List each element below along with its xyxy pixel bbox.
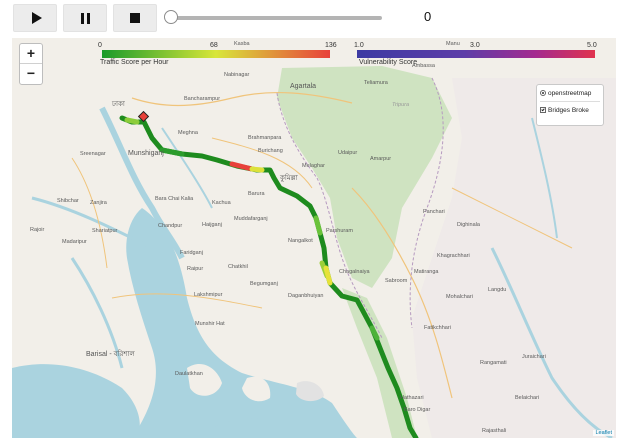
place-label: Rajasthali: [482, 428, 507, 434]
traffic-legend-title: Traffic Score per Hour: [100, 59, 169, 66]
time-slider-handle[interactable]: [164, 10, 178, 24]
map-background: [12, 38, 616, 438]
vulnerability-legend-tick-1: 3.0: [470, 42, 480, 49]
place-label: Bancharampur: [184, 96, 221, 102]
place-label: Matiranga: [414, 269, 439, 275]
place-label: Parshuram: [326, 228, 353, 234]
place-label: Teliamura: [364, 80, 388, 86]
vulnerability-legend-tick-2: 5.0: [587, 42, 597, 49]
time-slider-track[interactable]: [170, 16, 382, 20]
stop-icon: [130, 13, 140, 23]
place-label: Raipur: [187, 266, 204, 272]
vulnerability-legend-tick-0: 1.0: [354, 42, 364, 49]
place-label: Daulatkhan: [175, 371, 203, 377]
place-label: Zanjira: [90, 200, 107, 206]
place-label: Munshir Hat: [195, 321, 225, 327]
pause-icon: [80, 12, 90, 24]
place-label: Chagalnaiya: [339, 269, 370, 275]
place-label: Daganbhuiyan: [288, 293, 324, 299]
radio-icon[interactable]: [540, 90, 546, 96]
place-label: Kasba: [234, 41, 250, 47]
layer-control: openstreetmap Bridges Broke: [536, 84, 604, 126]
place-label: Bara Chai Kalia: [155, 196, 194, 202]
traffic-legend-tick-1: 68: [210, 42, 218, 49]
zoom-out-button[interactable]: −: [20, 64, 42, 83]
place-label: Rajoir: [30, 227, 45, 233]
place-label: Madaripur: [62, 239, 87, 245]
place-label: Dighinala: [457, 222, 480, 228]
frame-value: 0: [424, 9, 432, 24]
place-label: Baro Digar: [404, 407, 431, 413]
place-label: Tripura: [392, 102, 410, 108]
place-label: Udaipur: [338, 150, 358, 156]
zoom-control: + −: [19, 43, 43, 85]
place-label: Belaichari: [515, 395, 540, 401]
place-label: Juraichari: [522, 354, 546, 360]
place-label: Shibchar: [57, 198, 79, 204]
place-label: Nangalkot: [288, 238, 313, 244]
place-label: Begumganj: [250, 281, 278, 287]
vulnerability-legend-title: Vulnerability Score: [359, 59, 418, 66]
place-label: Hathazari: [400, 395, 424, 401]
place-label: Sabroom: [385, 278, 408, 284]
place-label: ঢাকা: [112, 101, 125, 108]
place-label: Chatkhil: [228, 264, 248, 270]
place-label: Panchari: [423, 209, 445, 215]
place-label: Manu: [446, 41, 460, 47]
layer-label-overlay: Bridges Broke: [548, 106, 589, 114]
layer-option-overlay[interactable]: Bridges Broke: [537, 102, 603, 118]
place-label: Muddafarganj: [234, 216, 268, 222]
place-label: Lakshmipur: [194, 292, 223, 298]
play-icon: [31, 12, 42, 24]
place-label: Amarpur: [370, 156, 392, 162]
stop-button[interactable]: [113, 4, 157, 32]
place-label: Langdu: [488, 287, 507, 293]
place-label: Meghna: [178, 130, 198, 136]
place-label: Rangamati: [480, 360, 507, 366]
traffic-legend-tick-2: 136: [325, 42, 337, 49]
place-label: Fatikchhari: [424, 325, 451, 331]
place-label: Faridganj: [180, 250, 203, 256]
place-label: Munshiganj: [128, 150, 164, 157]
place-label: Agartala: [290, 83, 317, 90]
traffic-legend-tick-0: 0: [98, 42, 102, 49]
place-label: Nabinagar: [224, 72, 250, 78]
place-label: কুমিল্লা: [280, 175, 298, 182]
place-label: Kachua: [212, 200, 231, 206]
place-label: Sreenagar: [80, 151, 106, 157]
checkbox-icon[interactable]: [540, 107, 546, 113]
place-label: Ambassa: [412, 63, 435, 69]
place-label: Barura: [248, 191, 265, 197]
layer-label-base: openstreetmap: [548, 89, 592, 97]
place-label: Mohalchari: [446, 294, 473, 300]
place-label: Barisal - বরিশাল: [86, 351, 135, 358]
place-label: Haijganj: [202, 222, 222, 228]
place-label: Shariatpur: [92, 228, 118, 234]
place-label: Chandpur: [158, 223, 183, 229]
place-label: Melaghar: [302, 163, 325, 169]
place-label: Burichang: [258, 148, 283, 154]
layer-option-base[interactable]: openstreetmap: [537, 85, 603, 101]
map-view[interactable]: 0 68 136 Traffic Score per Hour 1.0 3.0 …: [12, 38, 616, 438]
place-label: Khagrachhari: [437, 253, 470, 259]
place-label: Brahmanpara: [248, 135, 282, 141]
zoom-in-button[interactable]: +: [20, 44, 42, 64]
play-button[interactable]: [13, 4, 57, 32]
attribution-link[interactable]: Leaflet: [593, 430, 614, 436]
pause-button[interactable]: [63, 4, 107, 32]
